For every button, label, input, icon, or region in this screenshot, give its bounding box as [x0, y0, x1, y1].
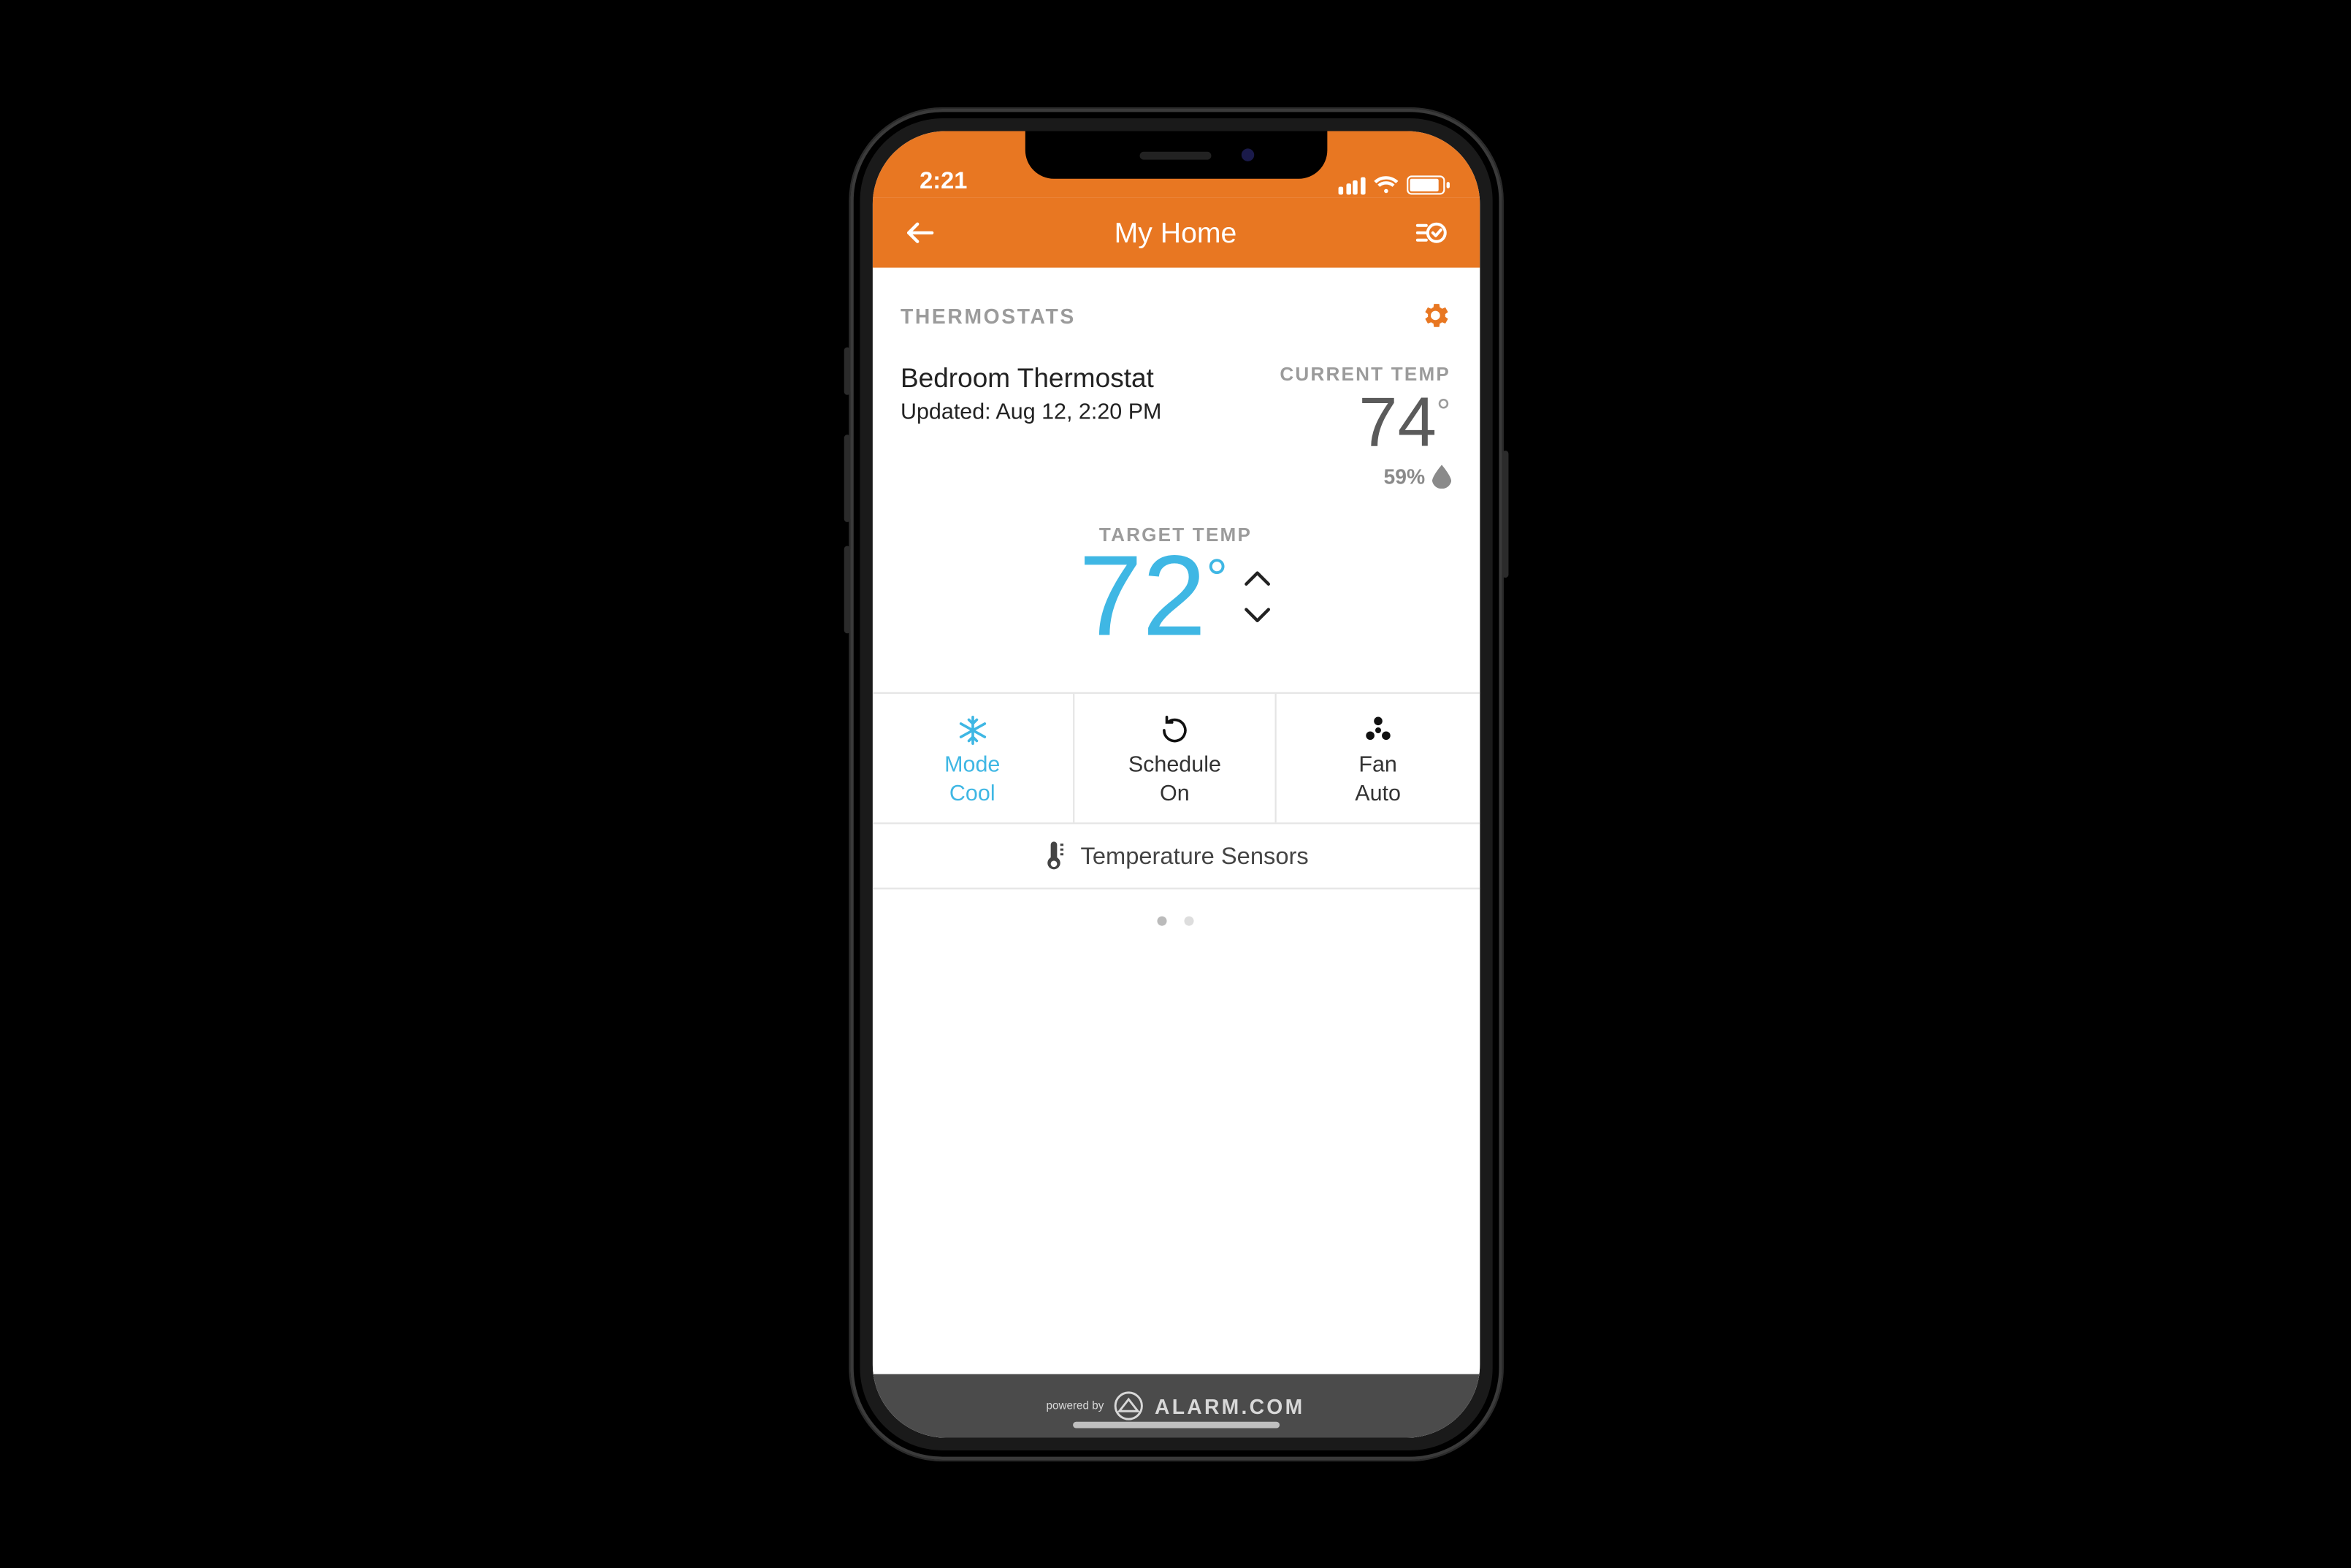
schedule-line1: Schedule [1081, 751, 1269, 779]
home-indicator[interactable] [1072, 1421, 1279, 1428]
temperature-sensors-button[interactable]: Temperature Sensors [872, 822, 1479, 889]
thermostat-updated: Updated: Aug 12, 2:20 PM [901, 398, 1161, 424]
current-temp-value: 74° [1280, 389, 1450, 459]
power-button [1502, 450, 1508, 577]
fan-line2: Auto [1283, 779, 1473, 806]
nav-bar: My Home [872, 197, 1479, 267]
page-dot [1184, 916, 1193, 925]
mode-line1: Mode [879, 751, 1067, 779]
front-camera [1241, 148, 1253, 161]
speaker-grille [1140, 150, 1212, 158]
page-title: My Home [1115, 215, 1237, 249]
schedule-button[interactable]: Schedule On [1074, 693, 1277, 822]
footer: powered by ALARM.COM [872, 1374, 1479, 1437]
temp-down-button[interactable] [1244, 605, 1272, 624]
battery-icon [1406, 175, 1444, 194]
chevron-down-icon [1244, 605, 1272, 624]
volume-up-button [844, 435, 850, 522]
thermostat-header: Bedroom Thermostat Updated: Aug 12, 2:20… [872, 340, 1479, 488]
target-temp-row: 72° [872, 539, 1479, 654]
section-label: THERMOSTATS [901, 303, 1076, 327]
degree-symbol: ° [1437, 391, 1450, 431]
cellular-icon [1339, 176, 1365, 194]
wifi-icon [1372, 175, 1398, 194]
screen: 2:21 My Home THERMO [872, 131, 1479, 1437]
thermometer-icon [1042, 840, 1064, 872]
section-header: THERMOSTATS [872, 267, 1479, 340]
temp-steppers [1244, 570, 1272, 624]
stage: 2:21 My Home THERMO [0, 1, 2351, 1568]
gear-icon [1418, 299, 1450, 332]
volume-down-button [844, 546, 850, 633]
humidity: 59% [1280, 464, 1450, 489]
thermostat-name: Bedroom Thermostat [901, 363, 1161, 395]
current-temp-number: 74 [1358, 383, 1437, 462]
settings-button[interactable] [1418, 299, 1450, 332]
content: THERMOSTATS Bedroom Thermostat Updated: … [872, 267, 1479, 1437]
spacer [872, 949, 1479, 1374]
fan-button[interactable]: Fan Auto [1277, 693, 1479, 822]
mode-grid: Mode Cool Schedule On Fan [872, 692, 1479, 822]
current-temp-label: CURRENT TEMP [1280, 363, 1450, 385]
sensors-label: Temperature Sensors [1081, 842, 1309, 869]
page-indicator [872, 889, 1479, 949]
notch [1025, 131, 1327, 178]
powered-by-label: powered by [1047, 1400, 1104, 1411]
mode-line2: Cool [879, 779, 1067, 806]
arrow-left-icon [902, 215, 937, 250]
target-temp-number: 72 [1079, 533, 1206, 660]
alarm-logo-icon [1113, 1390, 1145, 1422]
degree-symbol: ° [1206, 548, 1228, 609]
schedule-line2: On [1081, 779, 1269, 806]
target-temp-block: TARGET TEMP 72° [872, 524, 1479, 692]
mute-switch [844, 347, 850, 394]
status-right [1339, 175, 1445, 194]
temp-up-button[interactable] [1244, 570, 1272, 589]
schedule-icon [1081, 713, 1269, 748]
scene-icon [1414, 215, 1449, 250]
droplet-icon [1431, 464, 1450, 489]
fan-line1: Fan [1283, 751, 1473, 779]
current-temp-block: CURRENT TEMP 74° 59% [1280, 363, 1450, 489]
fan-icon [1283, 713, 1473, 748]
mode-button[interactable]: Mode Cool [872, 693, 1074, 822]
humidity-value: 59% [1384, 464, 1426, 489]
thermostat-info: Bedroom Thermostat Updated: Aug 12, 2:20… [901, 363, 1161, 489]
clock: 2:21 [920, 167, 967, 194]
scenes-button[interactable] [1412, 213, 1450, 251]
target-temp-value: 72° [1079, 539, 1228, 654]
back-button[interactable] [901, 213, 939, 251]
snowflake-icon [879, 713, 1067, 748]
page-dot-active [1158, 916, 1167, 925]
brand-label: ALARM.COM [1155, 1393, 1304, 1418]
phone-frame: 2:21 My Home THERMO [849, 109, 1501, 1460]
chevron-up-icon [1244, 570, 1272, 589]
